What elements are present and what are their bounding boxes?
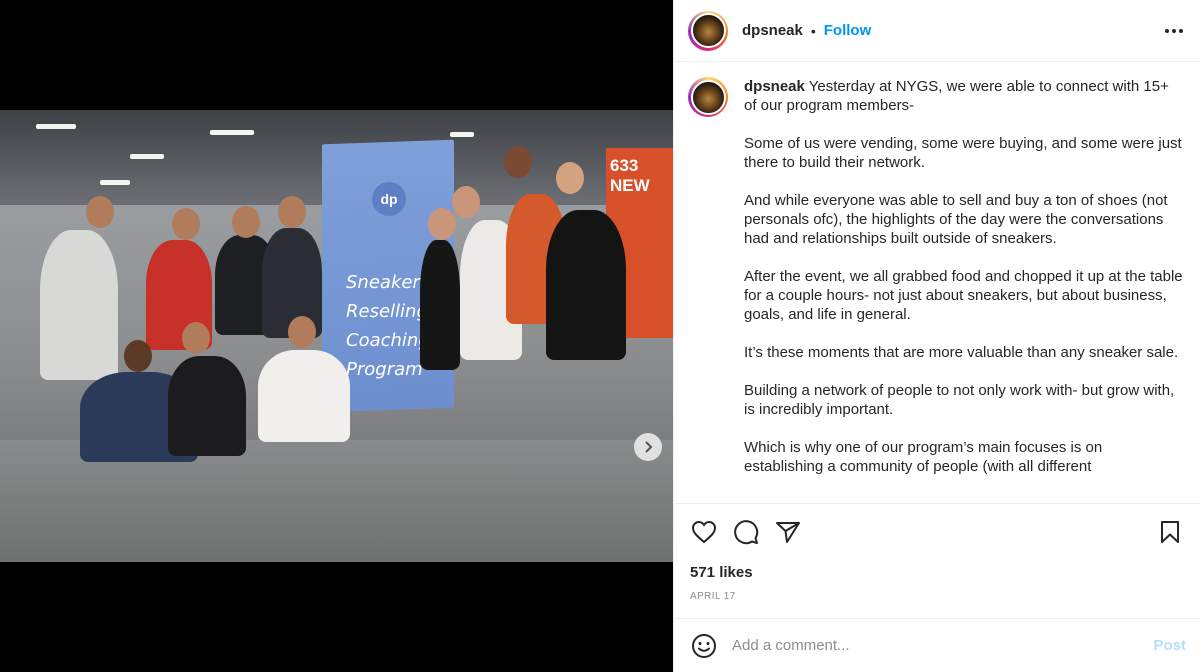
caption-paragraph: Building a network of people to not only… bbox=[744, 382, 1175, 418]
carousel-next-button[interactable] bbox=[634, 433, 662, 461]
save-button[interactable] bbox=[1156, 518, 1184, 546]
caption-story-ring[interactable] bbox=[688, 77, 728, 117]
like-button[interactable] bbox=[690, 518, 718, 546]
comment-bar: Post bbox=[674, 618, 1200, 672]
person-head bbox=[504, 146, 532, 178]
person-head bbox=[232, 206, 260, 238]
caption-paragraph: dpsneak Yesterday at NYGS, we were able … bbox=[744, 77, 1184, 115]
post-actions: 571 likes APRIL 17 bbox=[674, 503, 1200, 602]
ceiling-light bbox=[100, 180, 130, 185]
post-date[interactable]: APRIL 17 bbox=[690, 591, 1184, 602]
person-head bbox=[556, 162, 584, 194]
person-head bbox=[278, 196, 306, 228]
caption-username[interactable]: dpsneak bbox=[744, 78, 805, 95]
like-count[interactable]: 571 likes bbox=[690, 564, 1184, 581]
person-head bbox=[452, 186, 480, 218]
more-horizontal-icon bbox=[1165, 28, 1183, 33]
person-head bbox=[124, 340, 152, 372]
post-header: dpsneak • Follow bbox=[674, 0, 1200, 62]
ceiling-light bbox=[130, 154, 164, 159]
comment-button[interactable] bbox=[732, 518, 760, 546]
more-options-button[interactable] bbox=[1162, 19, 1186, 43]
person-figure bbox=[546, 210, 626, 360]
comment-input[interactable] bbox=[732, 637, 1154, 654]
post-photo[interactable]: dp Sneaker Reselling Coaching Program 63… bbox=[0, 110, 673, 562]
person-figure bbox=[40, 230, 118, 380]
caption-area: dpsneak Yesterday at NYGS, we were able … bbox=[674, 63, 1200, 503]
person-figure bbox=[420, 240, 460, 370]
person-figure bbox=[258, 350, 350, 442]
caption-paragraph: And while everyone was able to sell and … bbox=[744, 192, 1168, 247]
post-comment-button[interactable]: Post bbox=[1153, 637, 1186, 654]
caption-avatar[interactable] bbox=[690, 79, 726, 115]
banner-logo: dp bbox=[372, 182, 406, 216]
avatar[interactable] bbox=[690, 13, 726, 48]
person-head bbox=[172, 208, 200, 240]
caption-paragraph: Some of us were vending, some were buyin… bbox=[744, 135, 1182, 171]
heart-icon bbox=[691, 520, 717, 544]
person-head bbox=[86, 196, 114, 228]
story-ring[interactable] bbox=[688, 10, 728, 51]
header-username[interactable]: dpsneak bbox=[742, 22, 803, 39]
caption-paragraph: Which is why one of our program’s main f… bbox=[744, 439, 1103, 475]
caption-first-line: Yesterday at NYGS, we were able to conne… bbox=[744, 78, 1169, 114]
header-separator: • bbox=[810, 22, 816, 39]
action-icons bbox=[690, 518, 1184, 546]
ceiling-light bbox=[210, 130, 254, 135]
emoji-button[interactable] bbox=[690, 632, 718, 660]
person-figure bbox=[168, 356, 246, 456]
booth-sign-text: 633 NEW bbox=[610, 156, 650, 195]
ceiling-light bbox=[36, 124, 76, 129]
comment-icon bbox=[734, 520, 759, 545]
share-button[interactable] bbox=[774, 518, 802, 546]
emoji-icon bbox=[692, 633, 716, 658]
caption-text: dpsneak Yesterday at NYGS, we were able … bbox=[744, 77, 1184, 503]
chevron-right-icon bbox=[645, 441, 653, 453]
ceiling-light bbox=[450, 132, 474, 137]
post-sidebar: dpsneak • Follow dpsneak Yesterday at NY… bbox=[673, 0, 1200, 672]
instagram-post: dp Sneaker Reselling Coaching Program 63… bbox=[0, 0, 1200, 672]
media-pane: dp Sneaker Reselling Coaching Program 63… bbox=[0, 0, 673, 672]
follow-button[interactable]: Follow bbox=[824, 22, 872, 39]
caption-paragraph: It’s these moments that are more valuabl… bbox=[744, 344, 1179, 361]
person-head bbox=[288, 316, 316, 348]
caption-paragraph: After the event, we all grabbed food and… bbox=[744, 268, 1183, 323]
person-head bbox=[428, 208, 456, 240]
person-head bbox=[182, 322, 210, 354]
share-icon bbox=[776, 522, 800, 543]
bookmark-icon bbox=[1161, 521, 1179, 543]
